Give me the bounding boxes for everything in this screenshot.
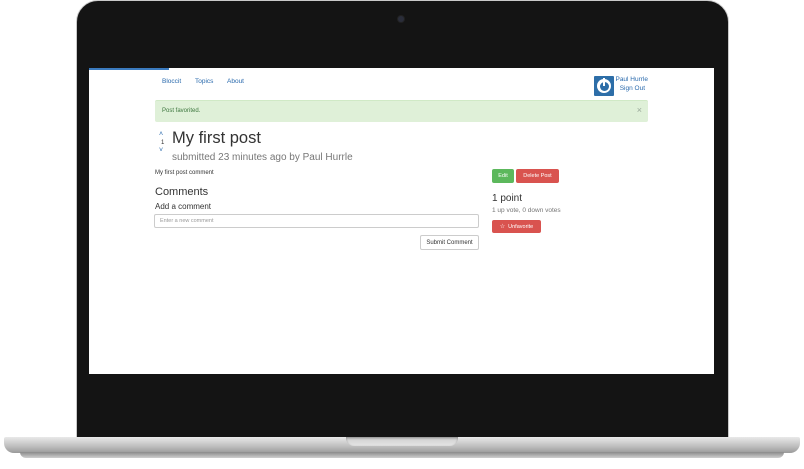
comments-heading: Comments [155,186,209,198]
nav-about-link[interactable]: About [227,78,244,85]
power-icon-bar [603,78,605,86]
comment-input[interactable] [154,214,479,228]
camera-icon [398,16,404,22]
post-body: My first post comment [155,170,214,176]
flash-alert: Post favorited. × [155,100,648,122]
upvote-icon[interactable]: ˄ [159,131,163,138]
vote-summary: 1 up vote, 0 down votes [492,207,561,214]
downvote-icon[interactable]: ˅ [159,147,163,154]
nav-topics-link[interactable]: Topics [195,78,213,85]
laptop-notch [346,437,458,446]
post-points: 1 point [492,193,523,204]
close-icon[interactable]: × [637,106,642,115]
browser-screen: Bloccit Topics About Paul Hurrle Sign Ou… [89,68,714,374]
laptop-base-edge [20,452,784,458]
edit-post-button[interactable]: Edit [492,169,514,183]
vote-count: 1 [161,140,165,146]
sign-out-link[interactable]: Sign Out [585,85,645,92]
unfavorite-label: Unfavorite [508,224,534,230]
user-name-link[interactable]: Paul Hurrle [588,76,648,83]
post-meta: submitted 23 minutes ago by Paul Hurrle [172,152,353,163]
alert-message: Post favorited. [162,108,201,114]
star-icon: ☆ [499,224,506,230]
post-title: My first post [172,129,261,147]
add-comment-label: Add a comment [155,202,212,211]
delete-post-button[interactable]: Delete Post [516,169,559,183]
unfavorite-button[interactable]: ☆ Unfavorite [492,220,541,233]
nav-brand-link[interactable]: Bloccit [162,78,181,85]
submit-comment-button[interactable]: Submit Comment [420,235,479,250]
